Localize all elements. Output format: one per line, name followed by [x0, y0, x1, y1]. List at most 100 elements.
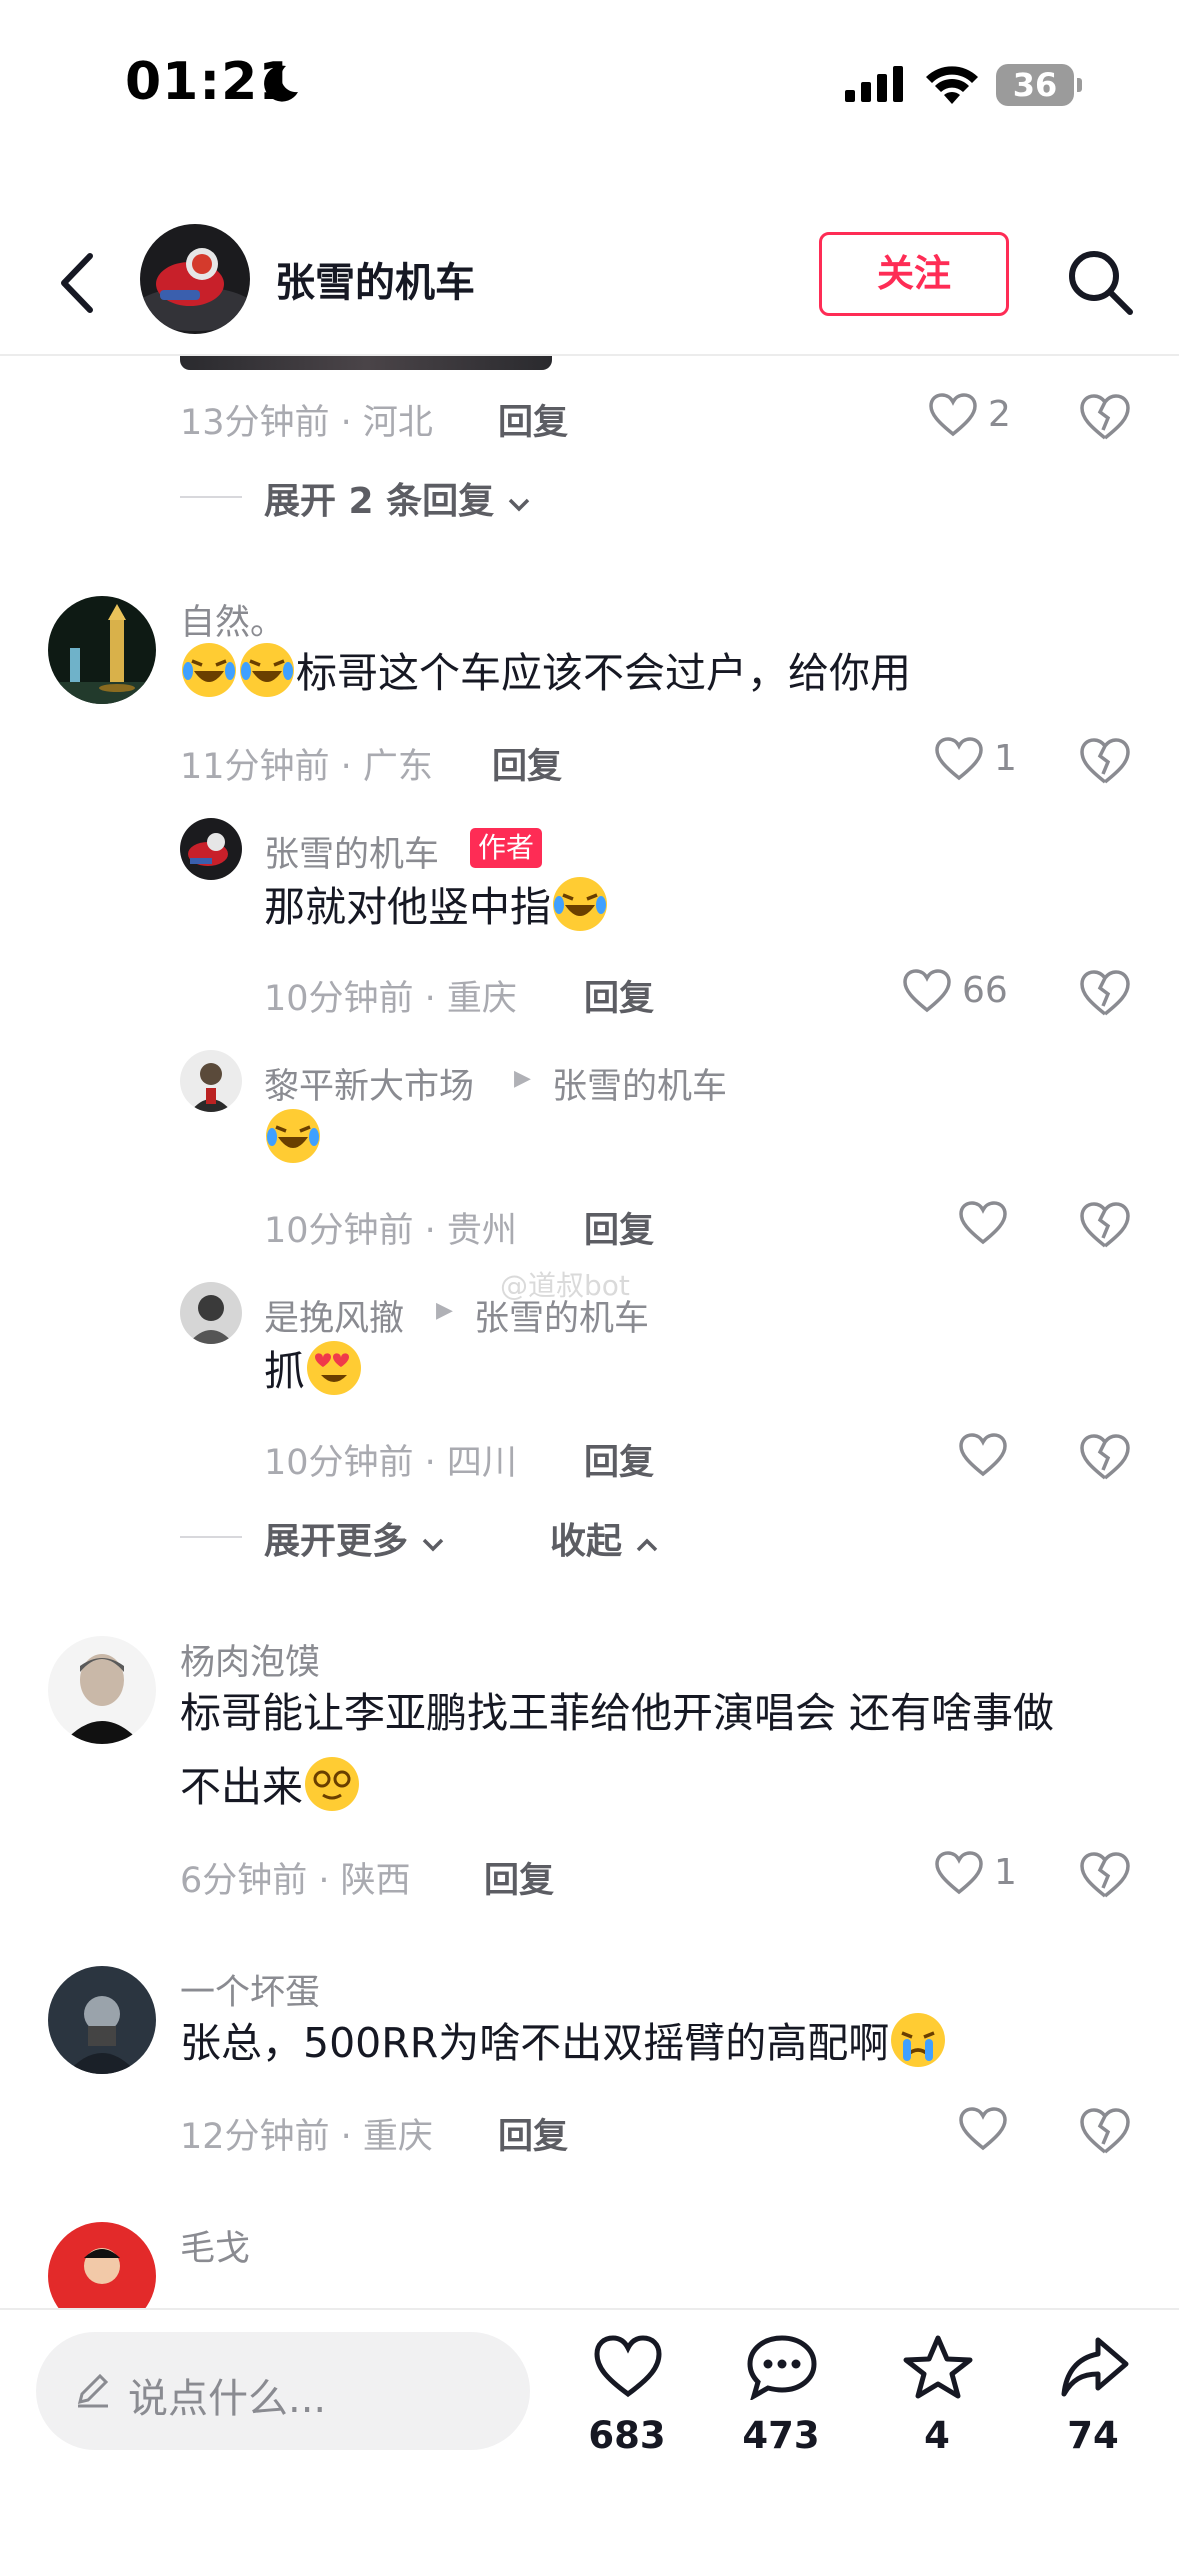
laugh-cry-emoji-icon	[266, 1109, 320, 1163]
header: 张雪的机车 关注	[0, 210, 1179, 356]
reply-button[interactable]: 回复	[584, 1202, 654, 1253]
search-icon[interactable]	[1060, 242, 1140, 322]
reply-time-location: 10分钟前 · 重庆	[264, 979, 517, 1019]
comment-time-location: 11分钟前 · 广东	[180, 747, 433, 787]
reply-button[interactable]: 回复	[498, 2108, 568, 2159]
reply-time-location: 10分钟前 · 贵州	[264, 1211, 517, 1251]
collapse-button[interactable]: 收起	[550, 1512, 659, 1564]
comment-list[interactable]: 13分钟前 · 河北 回复 2 展开 2 条回复 自然。 标哥这个车应该不会过户…	[0, 356, 1179, 2308]
reply-button[interactable]: 回复	[492, 738, 562, 789]
broken-heart-icon[interactable]	[1078, 966, 1132, 1020]
comment-text-line2: 不出来	[180, 1750, 361, 1824]
reply-to-arrow-icon: ▶	[514, 1066, 531, 1091]
heart-icon	[959, 2107, 1007, 2151]
like-count: 1	[994, 1852, 1017, 1893]
expand-divider	[180, 496, 242, 498]
reply-button[interactable]: 回复	[584, 1434, 654, 1485]
heart-icon	[903, 969, 951, 1013]
share-arrow-icon	[1061, 2337, 1129, 2397]
like-button[interactable]	[958, 1196, 1088, 1256]
reply-time-location: 10分钟前 · 四川	[264, 1443, 517, 1483]
pencil-icon	[77, 2373, 109, 2408]
chevron-up-icon	[636, 1538, 657, 1552]
avatar[interactable]	[48, 1966, 156, 2074]
reply-button[interactable]: 回复	[484, 1852, 554, 1903]
avatar[interactable]	[180, 1282, 242, 1344]
expand-replies-label: 展开 2 条回复	[264, 481, 495, 522]
star-icon	[903, 2335, 973, 2399]
like-action-count: 683	[588, 2414, 666, 2457]
reply-button[interactable]: 回复	[584, 970, 654, 1021]
like-action-button[interactable]: 683	[572, 2334, 682, 2484]
comment-username[interactable]: 毛戈	[180, 2220, 250, 2271]
like-button[interactable]: 1	[934, 1846, 1064, 1906]
like-count: 2	[988, 394, 1011, 435]
heart-icon	[935, 1851, 983, 1895]
reply-to-username[interactable]: 张雪的机车	[474, 1290, 649, 1341]
comment-text-line1: 标哥能让李亚鹏找王菲给他开演唱会 还有啥事做	[180, 1689, 1055, 1737]
like-button[interactable]	[958, 1428, 1088, 1488]
account-avatar[interactable]	[140, 224, 250, 334]
expand-more-label: 展开更多	[264, 1521, 409, 1562]
cellular-signal-icon	[845, 66, 903, 102]
broken-heart-icon[interactable]	[1078, 1848, 1132, 1902]
heart-icon	[959, 1433, 1007, 1477]
like-button[interactable]: 2	[928, 388, 1058, 448]
status-bar: 01:21 36	[0, 0, 1179, 170]
broken-heart-icon[interactable]	[1078, 1198, 1132, 1252]
follow-button[interactable]: 关注	[819, 232, 1009, 316]
battery-tip	[1077, 78, 1082, 92]
heart-icon	[959, 1201, 1007, 1245]
like-button[interactable]: 66	[902, 964, 1032, 1024]
wifi-icon	[926, 66, 978, 104]
comment-action-button[interactable]: 473	[726, 2334, 836, 2484]
avatar[interactable]	[48, 596, 156, 704]
reply-text-body: 那就对他竖中指	[264, 883, 551, 931]
broken-heart-icon[interactable]	[1078, 1430, 1132, 1484]
avatar[interactable]	[48, 2222, 156, 2308]
heart-icon	[929, 393, 977, 437]
expand-replies-button[interactable]: 展开 2 条回复	[264, 472, 531, 524]
avatar[interactable]	[180, 1050, 242, 1112]
comment-text-body: 不出来	[180, 1763, 303, 1811]
laugh-cry-emoji-icon	[240, 643, 294, 697]
reply-to-username[interactable]: 张雪的机车	[552, 1058, 727, 1109]
favorite-action-count: 4	[924, 2414, 950, 2457]
like-button[interactable]	[958, 2102, 1088, 2162]
account-name[interactable]: 张雪的机车	[275, 250, 475, 308]
expand-divider	[180, 1536, 242, 1538]
collapse-label: 收起	[550, 1521, 623, 1562]
comment-input[interactable]: 说点什么...	[36, 2332, 530, 2450]
bottom-bar: 说点什么... 683 473 4 74	[0, 2308, 1179, 2556]
share-action-count: 74	[1067, 2414, 1119, 2457]
heart-icon	[935, 737, 983, 781]
comment-bubble-icon	[747, 2335, 817, 2400]
chevron-down-icon	[422, 1538, 443, 1552]
favorite-action-button[interactable]: 4	[882, 2334, 992, 2484]
like-count: 66	[962, 970, 1008, 1011]
reply-button[interactable]: 回复	[498, 394, 568, 445]
heart-icon	[594, 2335, 662, 2398]
laugh-cry-emoji-icon	[182, 643, 236, 697]
comment-text: 张总，500RR为啥不出双摇臂的高配啊	[180, 2006, 947, 2080]
comment-image[interactable]	[180, 356, 552, 370]
author-badge: 作者	[470, 828, 543, 868]
avatar[interactable]	[48, 1636, 156, 1744]
expand-more-button[interactable]: 展开更多	[264, 1512, 445, 1564]
broken-heart-icon[interactable]	[1078, 2104, 1132, 2158]
broken-heart-icon[interactable]	[1078, 734, 1132, 788]
share-action-button[interactable]: 74	[1038, 2334, 1148, 2484]
comment-text-body: 张总，500RR为啥不出双摇臂的高配啊	[180, 2019, 890, 2067]
dizzy-face-emoji-icon	[305, 1757, 359, 1811]
reply-text-body: 抓	[264, 1347, 305, 1395]
comment-time-location: 6分钟前 · 陕西	[180, 1861, 411, 1901]
back-arrow-icon[interactable]	[50, 246, 110, 320]
comment-time-location: 12分钟前 · 重庆	[180, 2117, 433, 2157]
like-button[interactable]: 1	[934, 732, 1064, 792]
reply-to-arrow-icon: ▶	[436, 1298, 453, 1323]
comment-text: 标哥这个车应该不会过户，给你用	[180, 636, 911, 710]
broken-heart-icon[interactable]	[1078, 390, 1132, 444]
comment-time-location: 13分钟前 · 河北	[180, 403, 433, 443]
avatar[interactable]	[180, 818, 242, 880]
heart-eyes-emoji-icon	[307, 1341, 361, 1395]
